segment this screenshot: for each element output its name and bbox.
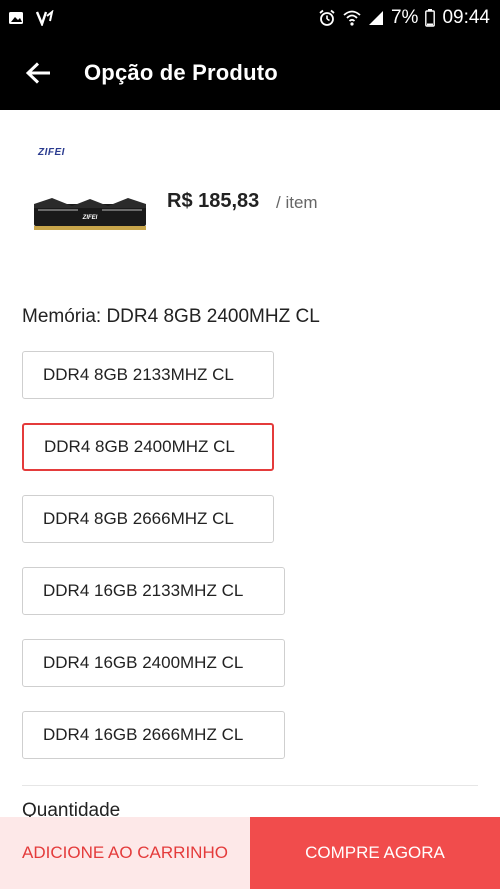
product-image: ZIFEI: [34, 198, 146, 230]
bottom-action-bar: ADICIONE AO CARRINHO COMPRE AGORA: [0, 817, 500, 889]
memory-option-label: DDR4 16GB 2400MHZ CL: [43, 653, 244, 672]
alarm-icon: [318, 9, 336, 27]
back-button[interactable]: [24, 58, 54, 88]
memory-selection-label: Memória: DDR4 8GB 2400MHZ CL: [22, 306, 320, 327]
product-summary: ZIFEI ZIFEI R$ 185,83 / item: [0, 110, 500, 290]
section-divider: [22, 785, 478, 786]
arrow-left-icon: [26, 62, 52, 84]
clock: 09:44: [442, 7, 490, 28]
memory-option-label: DDR4 16GB 2666MHZ CL: [43, 725, 244, 744]
memory-option[interactable]: DDR4 8GB 2666MHZ CL: [22, 495, 274, 543]
battery-percent: 7%: [390, 7, 419, 28]
brand-logo: ZIFEI: [38, 147, 65, 158]
page-title: Opção de Produto: [84, 60, 278, 85]
memory-option[interactable]: DDR4 16GB 2666MHZ CL: [22, 711, 285, 759]
memory-option[interactable]: DDR4 16GB 2400MHZ CL: [22, 639, 285, 687]
status-right: 7% 09:44: [318, 7, 490, 29]
memory-option[interactable]: DDR4 16GB 2133MHZ CL: [22, 567, 285, 615]
memory-option-label: DDR4 16GB 2133MHZ CL: [43, 581, 244, 600]
memory-option-label: DDR4 8GB 2133MHZ CL: [43, 365, 234, 384]
product-price: R$ 185,83: [167, 190, 260, 212]
status-bar: 7% 09:44: [0, 0, 500, 36]
memory-option-label: DDR4 8GB 2666MHZ CL: [43, 509, 234, 528]
wifi-icon: [343, 9, 361, 27]
buy-now-button[interactable]: COMPRE AGORA: [250, 817, 500, 889]
memory-option[interactable]: DDR4 8GB 2133MHZ CL: [22, 351, 274, 399]
add-to-cart-button[interactable]: ADICIONE AO CARRINHO: [0, 817, 250, 889]
signal-icon: [368, 10, 384, 26]
product-image-label: ZIFEI: [82, 215, 98, 221]
gallery-icon: [8, 10, 24, 26]
app-notification-icon: [36, 10, 54, 26]
status-left: [8, 10, 54, 26]
price-unit: / item: [276, 193, 318, 212]
battery-icon: [425, 9, 436, 27]
memory-option-label: DDR4 8GB 2400MHZ CL: [44, 437, 235, 456]
app-bar: Opção de Produto: [0, 36, 500, 110]
memory-option-selected[interactable]: DDR4 8GB 2400MHZ CL: [22, 423, 274, 471]
